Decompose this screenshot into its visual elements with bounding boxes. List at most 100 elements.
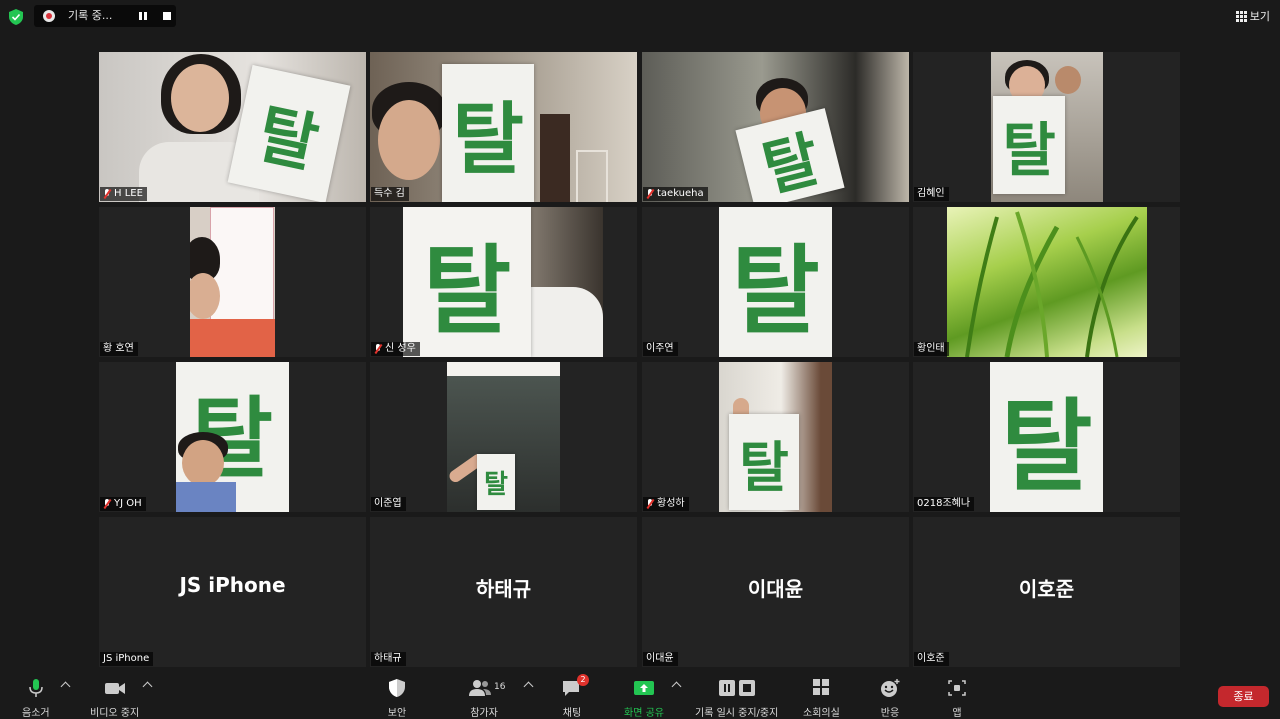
video-tile[interactable]: 탈 YJ OH xyxy=(99,362,366,512)
participants-icon xyxy=(469,680,491,696)
participant-name-tag: JS iPhone xyxy=(100,652,154,666)
participants-options-caret-icon[interactable] xyxy=(523,681,534,692)
video-tile[interactable]: 탈 0218조혜나 xyxy=(913,362,1180,512)
video-tile[interactable]: 탈 이주연 xyxy=(642,207,909,357)
pause-recording-icon[interactable] xyxy=(138,11,148,21)
sign-paper: 탈 xyxy=(477,454,515,510)
video-tile[interactable]: 탈 김혜인 xyxy=(913,52,1180,202)
video-tile-active-speaker[interactable]: 탈 득수 김 xyxy=(370,52,637,202)
security-button[interactable]: 보안 xyxy=(386,678,408,719)
microphone-icon xyxy=(29,679,43,697)
participants-count: 16 xyxy=(494,682,506,692)
recording-dot-icon xyxy=(43,10,55,22)
security-shield-icon[interactable] xyxy=(9,9,23,25)
participant-name-tag: 득수 김 xyxy=(371,187,409,201)
mic-muted-icon xyxy=(103,189,111,199)
participant-video: 탈 xyxy=(370,52,637,202)
video-tile-camera-off[interactable]: JS iPhone JS iPhone xyxy=(99,517,366,667)
mic-muted-icon xyxy=(103,499,111,509)
end-meeting-button[interactable]: 종료 xyxy=(1218,686,1269,707)
participant-name-tag: 이대윤 xyxy=(643,652,678,666)
chat-label: 채팅 xyxy=(562,708,582,719)
participant-video: 탈 xyxy=(403,207,603,357)
participant-video xyxy=(947,207,1147,357)
participant-video: 탈 xyxy=(719,362,832,512)
video-tile[interactable]: 탈 황성하 xyxy=(642,362,909,512)
participant-video: 탈 xyxy=(99,52,366,202)
participant-display-name: 이대윤 xyxy=(747,577,804,601)
stop-recording-icon[interactable] xyxy=(163,12,171,20)
chat-button[interactable]: 2 채팅 xyxy=(561,674,589,719)
video-grid: 탈 H LEE 탈 득수 김 탈 taekueha 탈 김혜인 황 호연 탈 신… xyxy=(99,52,1181,667)
participant-display-name: 이호준 xyxy=(1018,577,1075,601)
mic-muted-icon xyxy=(374,344,382,354)
reactions-button[interactable]: 반응 xyxy=(879,678,901,719)
video-tile[interactable]: 탈 이준엽 xyxy=(370,362,637,512)
participant-video: 탈 xyxy=(719,207,832,357)
apps-label: 앱 xyxy=(952,708,962,719)
participant-video xyxy=(190,207,275,357)
video-tile[interactable]: 황인태 xyxy=(913,207,1180,357)
video-tile[interactable]: 탈 신 성우 xyxy=(370,207,637,357)
video-tile[interactable]: 탈 taekueha xyxy=(642,52,909,202)
security-shield-icon xyxy=(389,679,405,697)
grid-view-icon xyxy=(1235,11,1247,22)
mute-button[interactable]: 음소거 xyxy=(22,678,50,719)
mic-muted-icon xyxy=(646,189,654,199)
video-tile[interactable]: 황 호연 xyxy=(99,207,366,357)
chat-unread-badge: 2 xyxy=(577,674,589,686)
participants-button[interactable]: 16 참가자 xyxy=(468,678,505,719)
security-label: 보안 xyxy=(387,708,407,719)
video-camera-icon xyxy=(104,683,125,694)
apps-icon xyxy=(948,680,966,696)
video-tile-camera-off[interactable]: 하태규 하태규 xyxy=(370,517,637,667)
video-tile[interactable]: 탈 H LEE xyxy=(99,52,366,202)
participant-name-tag: 황성하 xyxy=(643,497,689,511)
apps-button[interactable]: 앱 xyxy=(946,678,968,719)
stop-video-label: 비디오 중지 xyxy=(90,708,140,719)
participant-name-tag: 하태규 xyxy=(371,652,406,666)
share-options-caret-icon[interactable] xyxy=(671,681,682,692)
reactions-smiley-icon xyxy=(881,679,900,697)
pause-stop-recording-icon xyxy=(718,680,755,696)
grass-background xyxy=(965,211,1139,357)
meeting-toolbar: 음소거 비디오 중지 보안 16 참가자 2 채팅 화면 공유 기록 일시 중지… xyxy=(0,672,1280,719)
sign-paper: 탈 xyxy=(227,64,351,202)
view-button[interactable]: 보기 xyxy=(1235,6,1270,26)
participant-display-name: JS iPhone xyxy=(179,573,286,597)
participant-display-name: 하태규 xyxy=(475,577,532,601)
participant-name-tag: 이주연 xyxy=(643,342,678,356)
share-screen-label: 화면 공유 xyxy=(624,708,664,719)
recording-controls-label: 기록 일시 중지/중지 xyxy=(695,708,779,719)
share-screen-button[interactable]: 화면 공유 xyxy=(624,678,664,719)
recording-indicator: 기록 중... xyxy=(34,5,176,27)
sign-paper: 탈 xyxy=(719,207,832,357)
video-tile-camera-off[interactable]: 이대윤 이대윤 xyxy=(642,517,909,667)
sign-paper: 탈 xyxy=(735,108,845,202)
video-options-caret-icon[interactable] xyxy=(142,681,153,692)
sign-paper: 탈 xyxy=(729,414,799,510)
participant-video: 탈 xyxy=(447,362,560,512)
participant-video: 탈 xyxy=(642,52,909,202)
sign-paper: 탈 xyxy=(990,362,1103,512)
participant-name-tag: H LEE xyxy=(100,187,147,201)
breakout-rooms-icon xyxy=(813,679,830,695)
sign-paper: 탈 xyxy=(442,64,534,202)
participant-video: 탈 xyxy=(991,52,1103,202)
participant-name-tag: 김혜인 xyxy=(914,187,949,201)
participant-name-tag: 황 호연 xyxy=(100,342,138,356)
audio-options-caret-icon[interactable] xyxy=(60,681,71,692)
breakout-rooms-button[interactable]: 소회의실 xyxy=(803,678,840,719)
recording-controls-button[interactable]: 기록 일시 중지/중지 xyxy=(695,678,778,719)
participant-name-tag: taekueha xyxy=(643,187,708,201)
stop-video-button[interactable]: 비디오 중지 xyxy=(90,678,139,719)
share-screen-icon xyxy=(633,681,654,695)
video-tile-camera-off[interactable]: 이호준 이호준 xyxy=(913,517,1180,667)
top-bar: 기록 중... 보기 xyxy=(0,0,1280,34)
mute-label: 음소거 xyxy=(22,708,50,719)
participant-name-tag: 신 성우 xyxy=(371,342,420,356)
participant-name-tag: 황인태 xyxy=(914,342,949,356)
recording-status-text: 기록 중... xyxy=(68,9,113,22)
reactions-label: 반응 xyxy=(880,708,900,719)
sign-paper: 탈 xyxy=(403,207,531,357)
